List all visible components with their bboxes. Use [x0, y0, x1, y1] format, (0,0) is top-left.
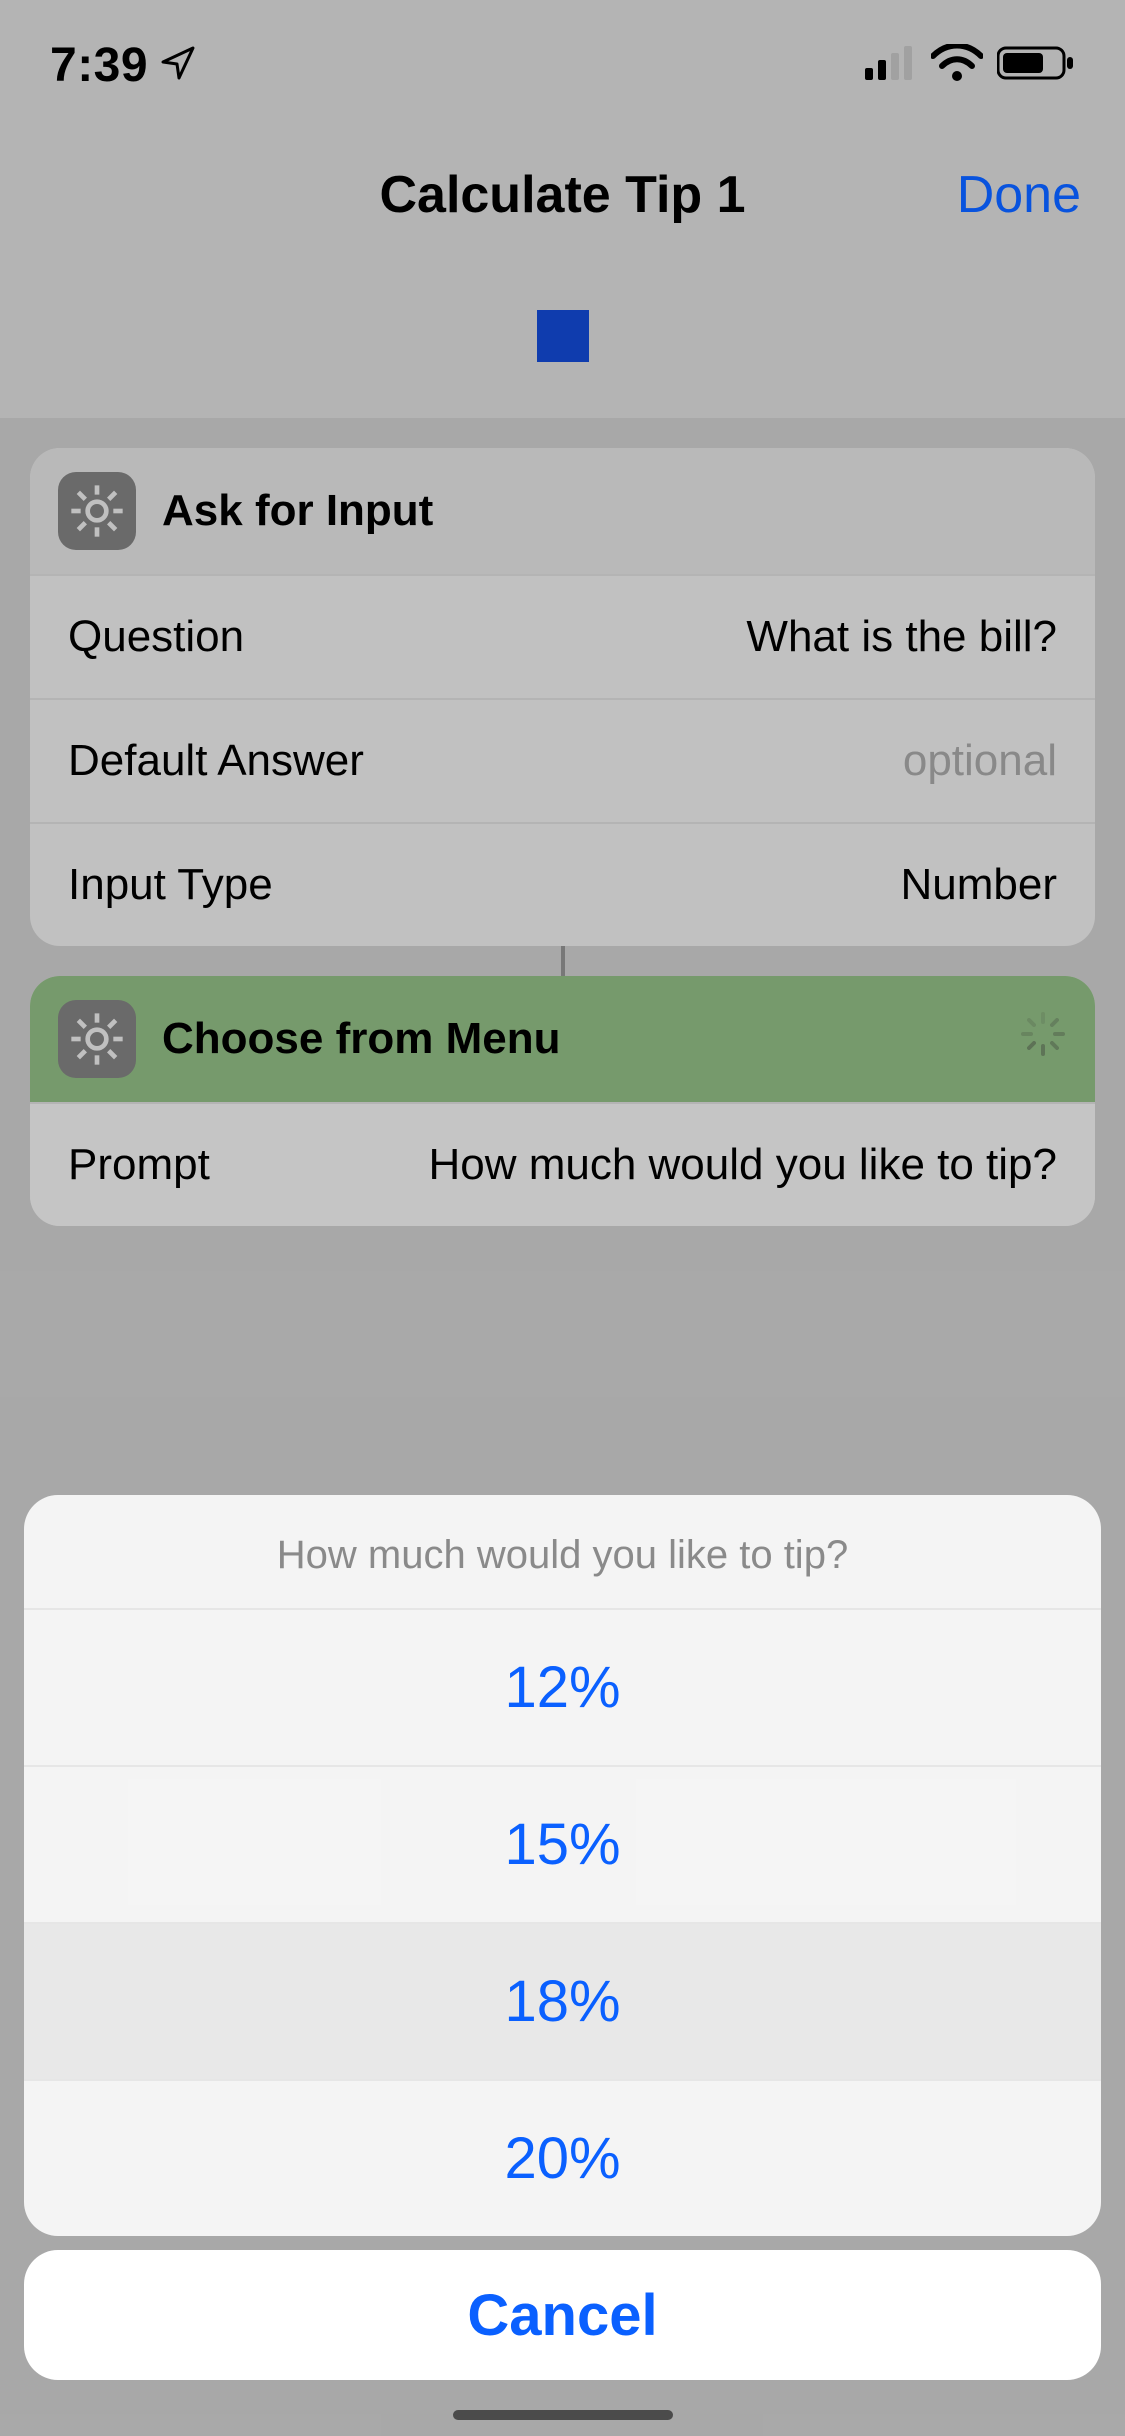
cancel-button[interactable]: Cancel: [24, 2250, 1101, 2380]
action-sheet-title: How much would you like to tip?: [24, 1495, 1101, 1610]
screen: 7:39: [0, 0, 1125, 2436]
action-sheet-option[interactable]: 20%: [24, 2081, 1101, 2236]
action-sheet-option[interactable]: 15%: [24, 1767, 1101, 1924]
action-sheet: How much would you like to tip? 12% 15% …: [24, 1495, 1101, 2236]
action-sheet-option[interactable]: 12%: [24, 1610, 1101, 1767]
action-sheet-option[interactable]: 18%: [24, 1924, 1101, 2081]
home-indicator[interactable]: [453, 2410, 673, 2420]
cancel-label: Cancel: [467, 2282, 657, 2349]
